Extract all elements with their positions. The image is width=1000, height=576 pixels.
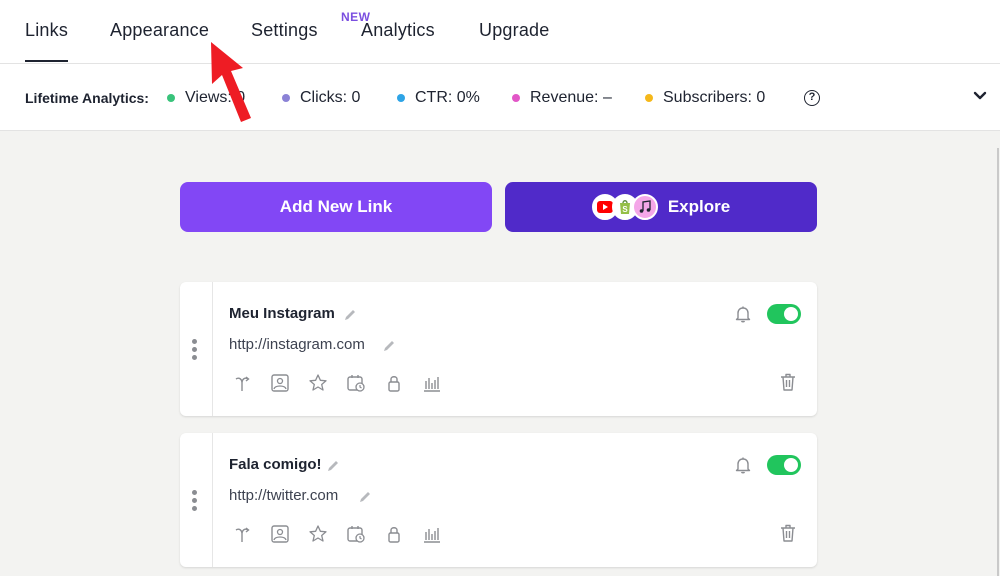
bell-icon[interactable] [733, 455, 753, 475]
drag-handle[interactable] [180, 282, 213, 416]
svg-text:S: S [622, 205, 628, 214]
tab-upgrade[interactable]: Upgrade [479, 20, 549, 41]
question-circle-icon[interactable]: ? [804, 90, 820, 106]
add-new-link-button[interactable]: Add New Link [180, 182, 492, 232]
schedule-icon[interactable] [346, 373, 366, 393]
edit-title-pencil-icon[interactable] [343, 308, 357, 322]
bell-icon[interactable] [733, 304, 753, 324]
stat-subscribers-label: Subscribers: 0 [663, 89, 766, 106]
scrollbar[interactable] [997, 148, 999, 576]
drag-dots-icon [192, 339, 198, 363]
edit-title-pencil-icon[interactable] [326, 459, 340, 473]
edit-url-pencil-icon[interactable] [358, 490, 372, 504]
link-card: Meu Instagram http://instagram.com [180, 282, 817, 416]
chevron-down-icon[interactable] [972, 88, 988, 104]
schedule-icon[interactable] [346, 524, 366, 544]
annotation-arrow-icon [211, 42, 251, 122]
link-enabled-toggle[interactable] [767, 304, 801, 324]
drag-handle[interactable] [180, 433, 213, 567]
explore-button[interactable]: S Explore [505, 182, 817, 232]
thumbnail-icon[interactable] [270, 524, 290, 544]
stat-ctr-label: CTR: 0% [415, 89, 480, 106]
link-enabled-toggle[interactable] [767, 455, 801, 475]
link-url[interactable]: http://instagram.com [229, 336, 365, 353]
trash-icon[interactable] [779, 372, 797, 392]
stat-subscribers: Subscribers: 0 [645, 89, 765, 107]
ctr-dot [397, 94, 405, 102]
star-icon[interactable] [308, 524, 328, 544]
redirect-icon[interactable] [232, 373, 252, 393]
analytics-title: Lifetime Analytics: [25, 90, 149, 106]
stat-revenue-label: Revenue: – [530, 89, 612, 106]
lock-icon[interactable] [384, 524, 404, 544]
link-title[interactable]: Fala comigo! [229, 456, 322, 473]
bar-chart-icon[interactable] [422, 524, 442, 544]
stat-clicks: Clicks: 0 [282, 89, 360, 107]
tab-analytics[interactable]: Analytics [361, 20, 435, 41]
explore-icon-stack: S [591, 194, 658, 220]
edit-url-pencil-icon[interactable] [382, 339, 396, 353]
lock-icon[interactable] [384, 373, 404, 393]
tab-links[interactable]: Links [25, 20, 69, 62]
views-dot [167, 94, 175, 102]
star-icon[interactable] [308, 373, 328, 393]
explore-label: Explore [667, 197, 731, 216]
revenue-dot [512, 94, 520, 102]
link-url[interactable]: http://twitter.com [229, 487, 338, 504]
add-new-link-label: Add New Link [279, 197, 393, 216]
subscribers-dot [645, 94, 653, 102]
thumbnail-icon[interactable] [270, 373, 290, 393]
link-title[interactable]: Meu Instagram [229, 305, 335, 322]
lifetime-analytics-bar: Lifetime Analytics: Views: 0 Clicks: 0 C… [0, 64, 1000, 131]
link-card: Fala comigo! http://twitter.com [180, 433, 817, 567]
trash-icon[interactable] [779, 523, 797, 543]
tab-settings[interactable]: Settings [251, 20, 318, 41]
stat-clicks-label: Clicks: 0 [300, 89, 361, 106]
music-icon [631, 194, 658, 220]
redirect-icon[interactable] [232, 524, 252, 544]
top-tab-bar: Links Appearance Settings NEW Analytics … [0, 0, 1000, 64]
stat-revenue: Revenue: – [512, 89, 612, 107]
tab-appearance[interactable]: Appearance [110, 20, 209, 41]
bar-chart-icon[interactable] [422, 373, 442, 393]
stat-ctr: CTR: 0% [397, 89, 480, 107]
drag-dots-icon [192, 490, 198, 514]
clicks-dot [282, 94, 290, 102]
